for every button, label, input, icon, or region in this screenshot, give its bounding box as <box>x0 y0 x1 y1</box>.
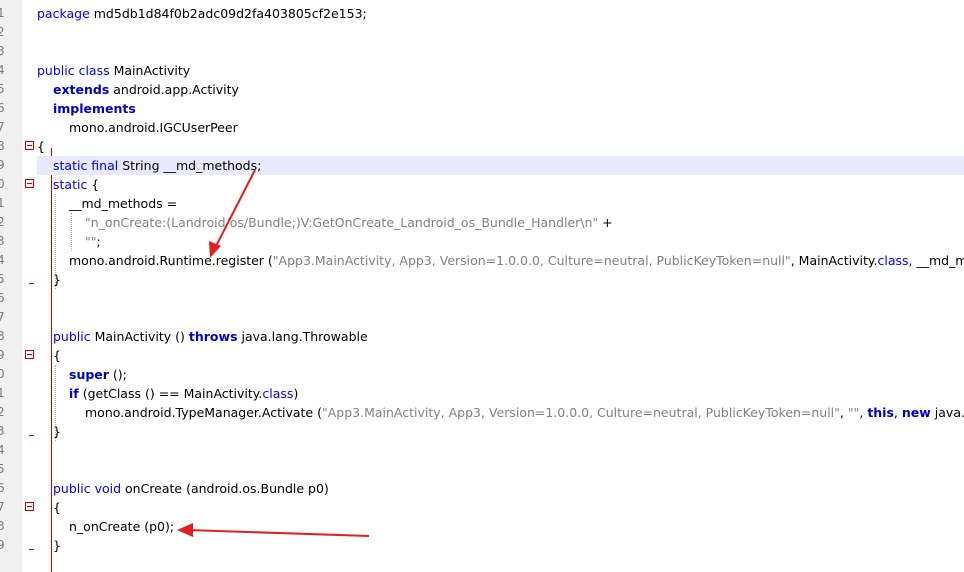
code-editor[interactable]: 1 2 3 4 5 6 7 8 9 0 1 2 3 4 5 6 7 8 9 0 … <box>0 0 964 572</box>
annotation-arrow-register <box>209 169 256 258</box>
annotation-arrow-oncreate <box>177 523 370 537</box>
annotation-overlay <box>177 169 370 537</box>
